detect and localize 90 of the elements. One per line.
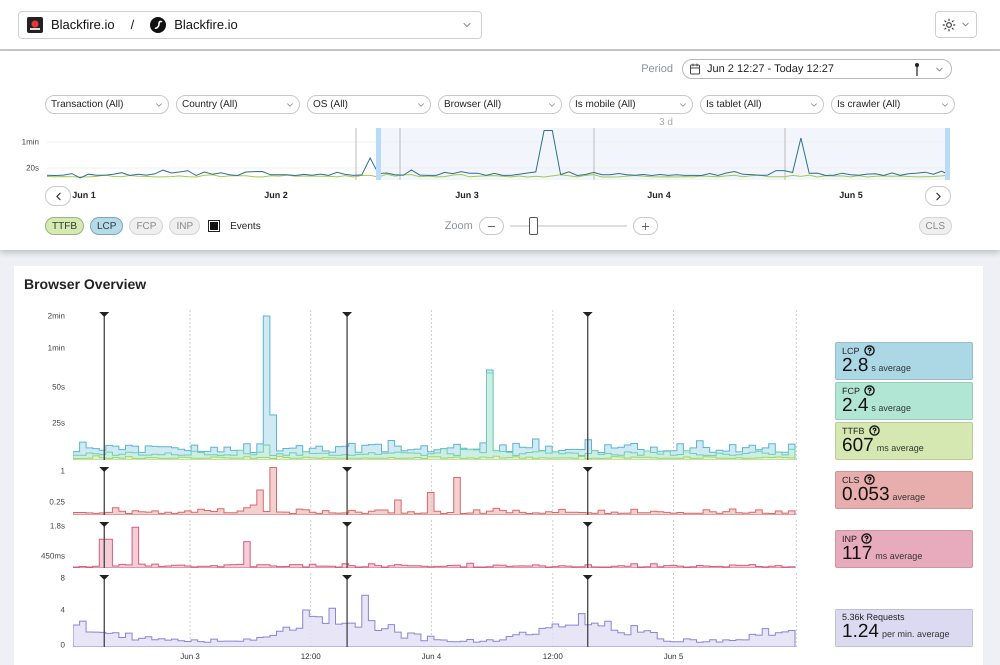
axis-tick-label: 4 bbox=[60, 606, 65, 614]
breadcrumb-selector[interactable]: Blackfire.io / Blackfire.io bbox=[18, 10, 482, 38]
metric-unit: per min. average bbox=[882, 629, 950, 639]
event-marker[interactable] bbox=[99, 312, 110, 460]
event-marker[interactable] bbox=[99, 467, 110, 515]
event-marker[interactable] bbox=[342, 312, 352, 460]
filter-select[interactable]: OS (All) bbox=[307, 95, 431, 114]
axis-date-label: Jun 4 bbox=[422, 652, 442, 661]
filter-select[interactable]: Is tablet (All) bbox=[700, 95, 824, 114]
zoom-label: Zoom bbox=[444, 220, 473, 232]
metric-name: INP bbox=[842, 534, 858, 544]
breadcrumb-item[interactable]: Blackfire.io bbox=[174, 17, 238, 32]
breadcrumb-item[interactable]: Blackfire.io bbox=[51, 17, 115, 32]
axis-tick-label: 8 bbox=[60, 574, 65, 583]
date-label: Jun 5 bbox=[839, 190, 863, 200]
series-toggle[interactable]: TTFB bbox=[45, 217, 84, 235]
axis-date-label: Jun 3 bbox=[180, 652, 200, 661]
filter-select[interactable]: Is mobile (All) bbox=[569, 95, 693, 114]
range-handle[interactable] bbox=[376, 128, 381, 180]
logo-icon bbox=[27, 16, 43, 32]
axis-date-label: 12:00 bbox=[300, 652, 321, 661]
slider-thumb[interactable] bbox=[529, 217, 538, 235]
zoom-in-button[interactable] bbox=[632, 217, 658, 235]
axis-tick-label: 1.8s bbox=[50, 522, 65, 531]
help-icon[interactable] bbox=[864, 474, 875, 485]
filter-select[interactable]: Browser (All) bbox=[438, 95, 562, 114]
event-marker[interactable] bbox=[582, 312, 593, 460]
metric-value: 117 bbox=[842, 544, 872, 564]
event-marker[interactable] bbox=[582, 467, 593, 515]
period-label: Period bbox=[641, 63, 673, 75]
date-label: Jun 1 bbox=[72, 190, 96, 200]
date-label: Jun 2 bbox=[264, 190, 288, 200]
breadcrumb-separator: / bbox=[130, 17, 134, 32]
period-field[interactable]: Jun 2 12:27 - Today 12:27 bbox=[682, 59, 952, 79]
metric-value: 1.24 bbox=[842, 622, 879, 642]
help-icon[interactable] bbox=[868, 425, 880, 436]
metric-value: 607 bbox=[842, 436, 874, 456]
metric-unit: ms average bbox=[876, 443, 924, 453]
metric-value: 2.4 bbox=[842, 396, 868, 416]
help-icon[interactable] bbox=[861, 533, 872, 544]
plus-icon bbox=[640, 220, 651, 232]
event-marker[interactable] bbox=[342, 522, 352, 568]
metric-name: 5.36k Requests bbox=[842, 612, 905, 622]
sun-icon bbox=[942, 18, 956, 32]
axis-tick-label: 20s bbox=[26, 164, 39, 172]
date-label: Jun 4 bbox=[647, 190, 671, 200]
axis-tick-label: 450ms bbox=[40, 551, 65, 560]
axis-date-label: 12:00 bbox=[542, 652, 563, 661]
axis-tick-label: 25s bbox=[52, 418, 65, 427]
help-icon[interactable] bbox=[864, 345, 875, 356]
section-title: Browser Overview bbox=[24, 276, 148, 292]
range-handle[interactable] bbox=[945, 128, 950, 180]
metric-unit: s average bbox=[871, 403, 911, 413]
filter-select[interactable]: Country (All) bbox=[176, 95, 300, 114]
date-label: Jun 3 bbox=[455, 190, 479, 200]
events-label: Events bbox=[230, 220, 261, 232]
metric-value: 2.8 bbox=[842, 356, 868, 376]
axis-tick-label: 2min bbox=[48, 312, 65, 320]
period-value: Jun 2 12:27 - Today 12:27 bbox=[707, 63, 834, 75]
series-toggle[interactable]: LCP bbox=[90, 217, 124, 235]
event-marker[interactable] bbox=[582, 522, 593, 568]
event-marker[interactable] bbox=[99, 575, 110, 647]
filter-select[interactable]: Transaction (All) bbox=[45, 95, 169, 114]
metric-name: LCP bbox=[842, 346, 860, 356]
axis-date-label: Jun 5 bbox=[664, 652, 684, 661]
metric-unit: ms average bbox=[875, 551, 922, 561]
metric-name: FCP bbox=[842, 386, 860, 396]
theme-button[interactable] bbox=[935, 11, 977, 38]
calendar-icon bbox=[689, 63, 701, 75]
event-marker[interactable] bbox=[342, 467, 352, 515]
axis-tick-label: 1min bbox=[22, 138, 39, 146]
metric-name: TTFB bbox=[842, 426, 864, 436]
event-marker[interactable] bbox=[582, 575, 593, 647]
metric-unit: s average bbox=[871, 363, 911, 373]
range-label: 3 d bbox=[658, 118, 674, 128]
pin-icon bbox=[914, 62, 920, 76]
metric-name: CLS bbox=[842, 474, 860, 484]
event-marker[interactable] bbox=[342, 575, 352, 647]
filter-select[interactable]: Is crawler (All) bbox=[831, 95, 955, 114]
axis-tick-label: 0.25 bbox=[49, 497, 65, 506]
events-checkbox[interactable] bbox=[208, 220, 220, 232]
event-marker[interactable] bbox=[99, 522, 110, 568]
metric-unit: average bbox=[892, 492, 926, 502]
axis-tick-label: 0 bbox=[60, 640, 65, 650]
axis-tick-label: 50s bbox=[52, 382, 65, 391]
help-icon[interactable] bbox=[864, 385, 875, 396]
axis-tick-label: 1 bbox=[60, 466, 65, 476]
metric-value: 0.053 bbox=[842, 485, 890, 505]
axis-tick-label: 1min bbox=[48, 343, 65, 352]
logo-icon bbox=[150, 16, 166, 32]
